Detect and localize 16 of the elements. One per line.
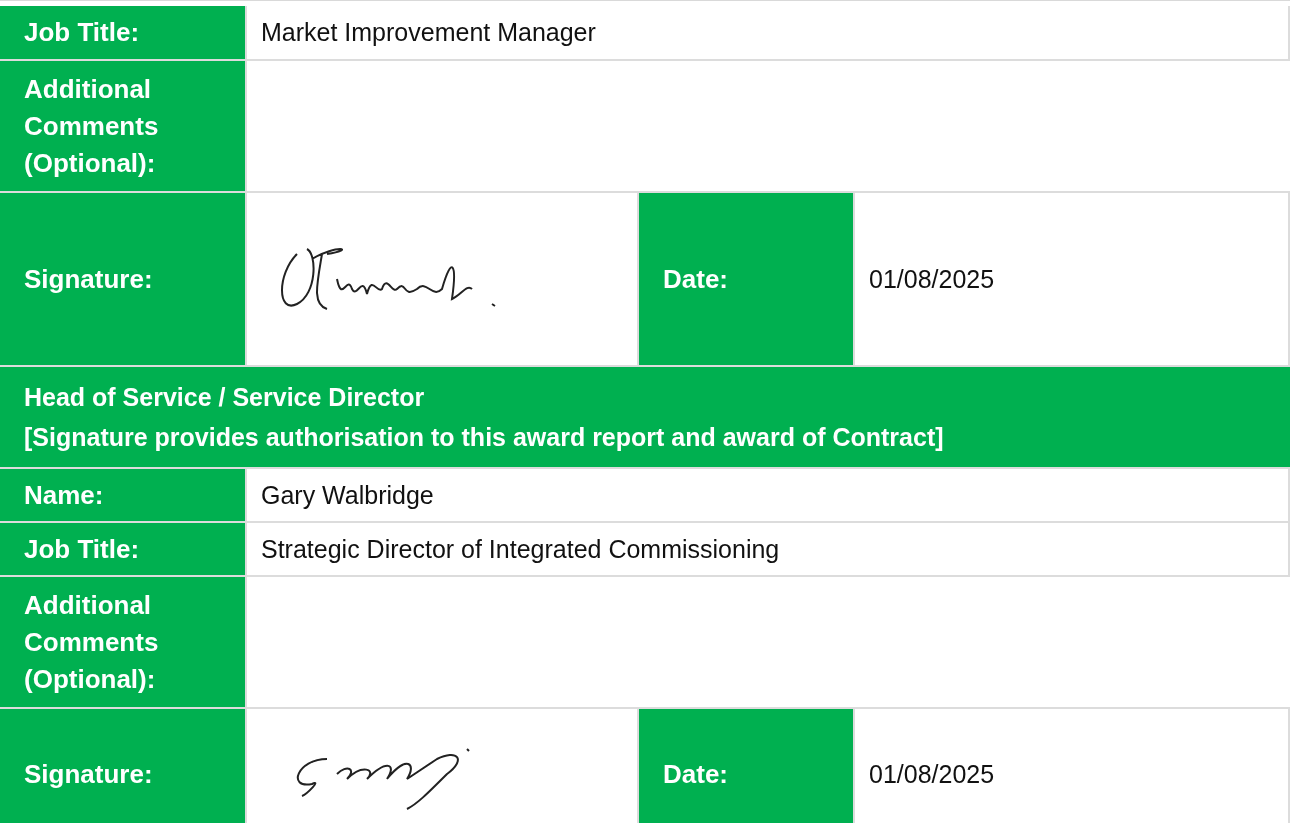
field-label: Signature: [0,193,247,365]
field-label: Signature: [0,709,247,823]
field-value: 01/08/2025 [855,193,1290,365]
field-label: Job Title: [0,6,247,59]
field-value: 01/08/2025 [855,709,1290,823]
field-label: Date: [639,193,855,365]
heading-text: Head of Service / Service Director [24,382,426,413]
field-value: Strategic Director of Integrated Commissioning [247,523,1290,575]
field-value: Gary Walbridge [247,469,1290,521]
heading-text: [Signature provides authorisation to this award report and award of Contract] [24,422,945,453]
field-value: Market Improvement Manager [247,6,1290,59]
field-label: Additional Comments (Optional): [0,61,247,191]
field-label: Date: [639,709,855,823]
field-label: Additional Comments (Optional): [0,577,247,707]
field-label: Job Title: [0,523,247,575]
field-label: Name: [0,469,247,521]
